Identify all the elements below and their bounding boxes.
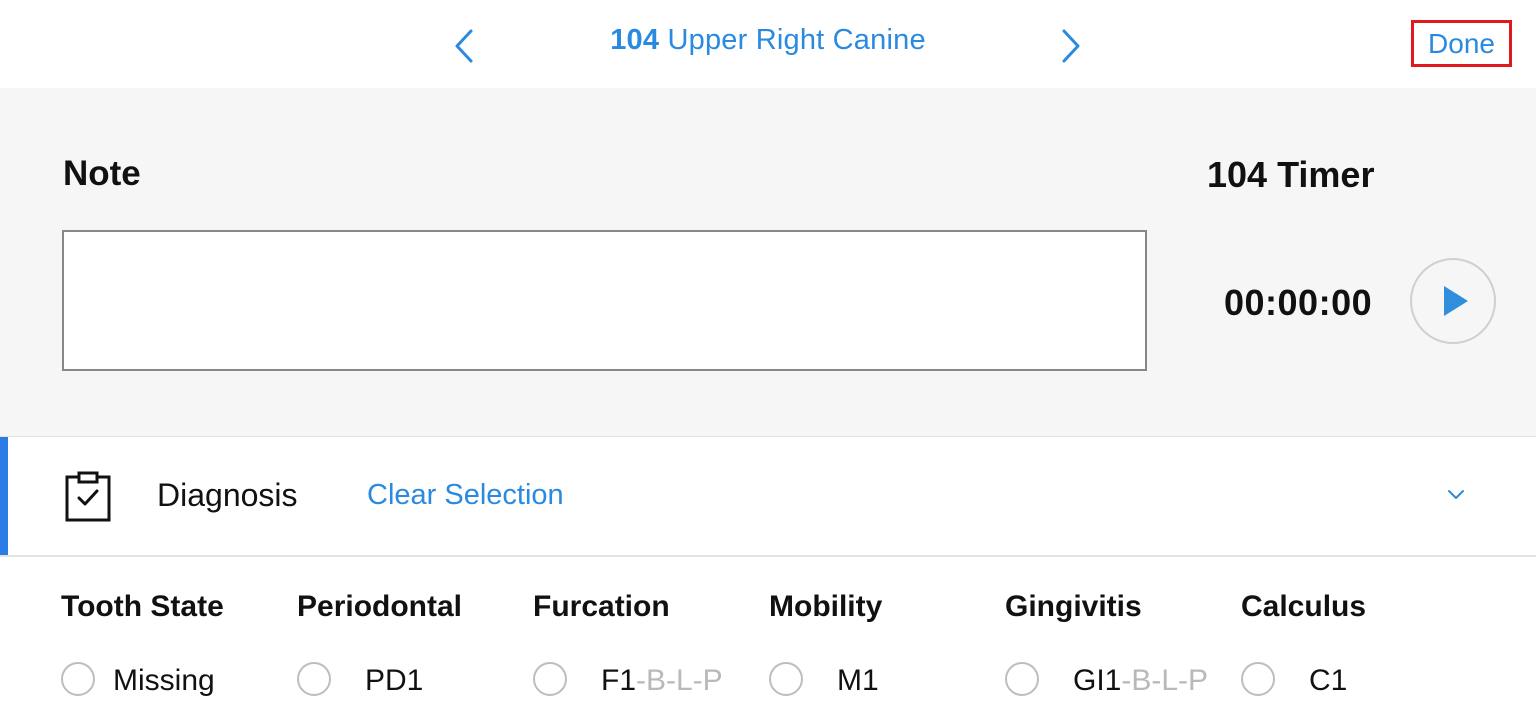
clipboard-check-icon bbox=[65, 471, 111, 522]
category-tooth-state-heading: Tooth State bbox=[61, 590, 224, 623]
note-timer-panel: Note 104 Timer 00:00:00 bbox=[0, 88, 1536, 437]
note-label: Note bbox=[63, 154, 141, 193]
tooth-number: 104 bbox=[610, 24, 660, 56]
option-c1[interactable]: C1 bbox=[1241, 662, 1381, 702]
diagnosis-section-header[interactable]: Diagnosis Clear Selection bbox=[0, 437, 1536, 557]
timer-label: 104 Timer bbox=[1207, 154, 1375, 195]
option-label: C1 bbox=[1309, 664, 1348, 697]
option-f1[interactable]: F1-B-L-P bbox=[533, 662, 733, 702]
option-label: Missing bbox=[113, 664, 215, 697]
diagnosis-label: Diagnosis bbox=[157, 477, 298, 513]
category-furcation-heading: Furcation bbox=[533, 590, 670, 623]
radio-button[interactable] bbox=[533, 662, 567, 696]
radio-button[interactable] bbox=[769, 662, 803, 696]
option-gi1[interactable]: GI1-B-L-P bbox=[1005, 662, 1215, 702]
category-periodontal-heading: Periodontal bbox=[297, 590, 463, 623]
category-gingivitis-heading: Gingivitis bbox=[1005, 590, 1142, 623]
top-bar: 104 Upper Right Canine Done bbox=[0, 0, 1536, 88]
option-m1[interactable]: M1 bbox=[769, 662, 949, 702]
radio-button[interactable] bbox=[1005, 662, 1039, 696]
play-icon bbox=[1444, 286, 1468, 316]
category-mobility-heading: Mobility bbox=[769, 590, 883, 623]
done-button[interactable]: Done bbox=[1411, 20, 1512, 67]
option-label: PD1 bbox=[365, 664, 424, 697]
option-pd1[interactable]: PD1 bbox=[297, 662, 477, 702]
note-input[interactable] bbox=[62, 230, 1147, 371]
option-missing[interactable]: Missing bbox=[61, 662, 241, 702]
play-button[interactable] bbox=[1410, 258, 1496, 344]
active-section-indicator bbox=[0, 437, 8, 555]
chevron-down-icon[interactable] bbox=[1444, 487, 1468, 503]
page-title: 104 Upper Right Canine bbox=[0, 24, 1536, 57]
clear-selection-button[interactable]: Clear Selection bbox=[367, 479, 564, 512]
option-label: F1-B-L-P bbox=[601, 664, 723, 697]
radio-button[interactable] bbox=[297, 662, 331, 696]
radio-button[interactable] bbox=[1241, 662, 1275, 696]
tooth-name: Upper Right Canine bbox=[667, 24, 926, 56]
option-label: GI1-B-L-P bbox=[1073, 664, 1209, 697]
chevron-right-icon[interactable] bbox=[1053, 26, 1089, 66]
category-calculus-heading: Calculus bbox=[1241, 590, 1367, 623]
option-label: M1 bbox=[837, 664, 879, 697]
radio-button[interactable] bbox=[61, 662, 95, 696]
timer-value: 00:00:00 bbox=[1224, 282, 1373, 323]
